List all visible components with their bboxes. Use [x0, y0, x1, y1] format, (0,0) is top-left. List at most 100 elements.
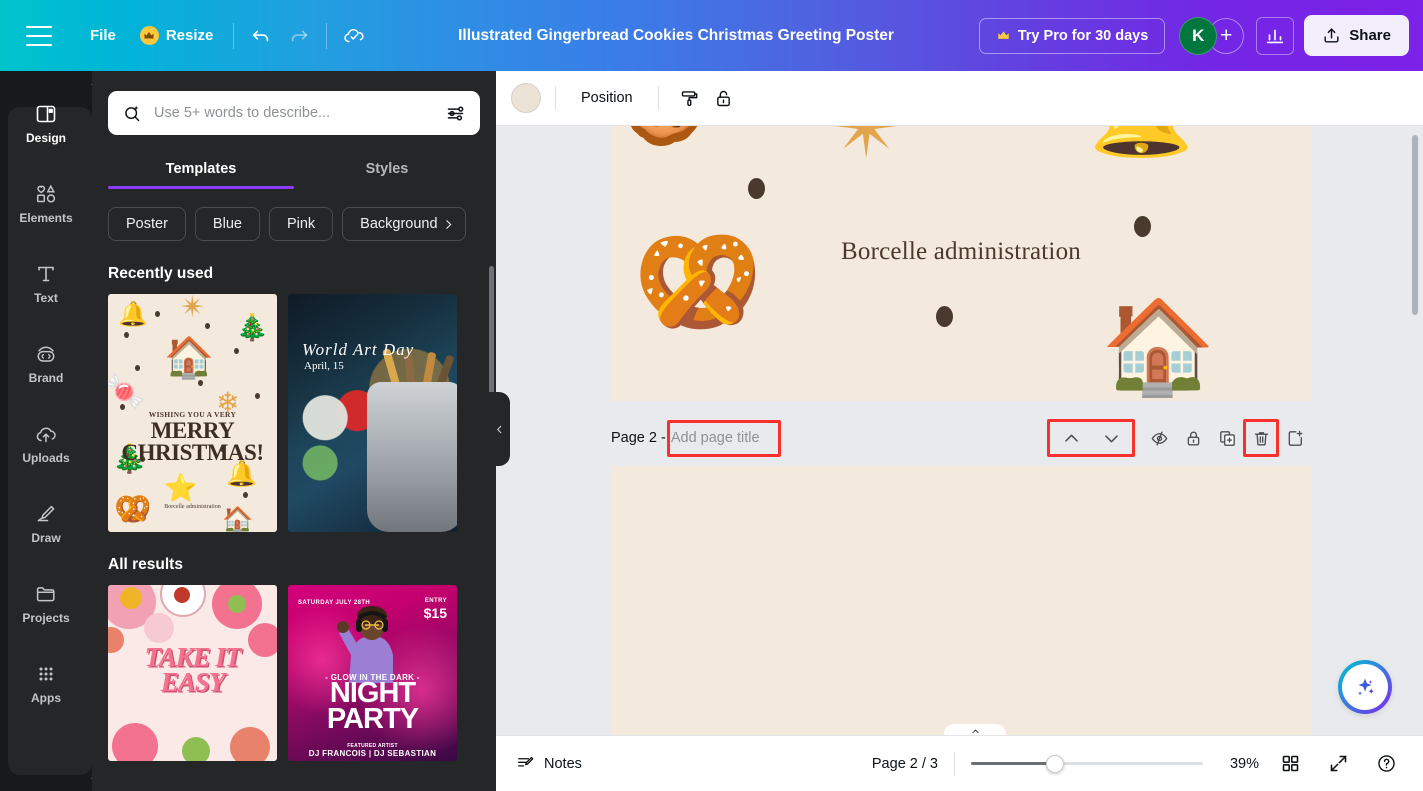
chevron-down-icon: [1102, 429, 1121, 448]
filter-chips: Poster Blue Pink Background: [108, 207, 496, 241]
try-pro-button[interactable]: Try Pro for 30 days: [979, 18, 1166, 54]
chevron-left-icon: [494, 424, 505, 435]
trash-icon: [1252, 429, 1271, 448]
notes-button[interactable]: Notes: [516, 754, 582, 773]
text-icon: [34, 262, 58, 286]
divider: [954, 752, 955, 776]
bar-chart-icon[interactable]: [1256, 17, 1294, 55]
brand-icon: [34, 342, 58, 366]
sidebar-item-brand[interactable]: Brand: [4, 323, 88, 403]
notes-label: Notes: [544, 756, 582, 772]
canvas-scroll-area[interactable]: ✴ 🔔 🥨 🏠 🍪 Borcelle administration Page 2…: [496, 126, 1423, 738]
avatar[interactable]: K: [1179, 17, 1217, 55]
page-title-input[interactable]: [669, 426, 779, 450]
sidebar-item-elements[interactable]: Elements: [4, 163, 88, 243]
hamburger-icon[interactable]: [26, 26, 52, 46]
canvas-toolbar: Position: [496, 71, 1423, 126]
uploads-icon: [34, 422, 58, 446]
fab-inner: [1342, 664, 1388, 710]
template-card-world-art-day[interactable]: World Art Day April, 15: [288, 294, 457, 532]
magic-search-icon: [122, 103, 143, 124]
tab-templates[interactable]: Templates: [108, 149, 294, 189]
canvas-scrollbar[interactable]: [1412, 135, 1418, 315]
move-page-down-button[interactable]: [1095, 422, 1127, 454]
tab-styles[interactable]: Styles: [294, 149, 480, 189]
sidebar-item-label: Design: [26, 132, 66, 144]
undo-icon[interactable]: [242, 17, 280, 55]
all-results-grid: TAKE IT EASY: [108, 585, 496, 761]
cookie-crumb: 🍪: [623, 126, 705, 150]
position-button[interactable]: Position: [570, 83, 644, 113]
sidebar-item-label: Text: [34, 292, 58, 304]
try-pro-label: Try Pro for 30 days: [1018, 28, 1149, 44]
grid-view-icon: [1280, 753, 1301, 774]
page-1-title-text[interactable]: Borcelle administration: [611, 238, 1311, 266]
template-card-night-party[interactable]: SATURDAY JULY 28TH ENTRY $15 - GLOW IN T…: [288, 585, 457, 761]
unlock-icon[interactable]: [707, 81, 741, 115]
magic-studio-button[interactable]: [1340, 662, 1390, 712]
chip-background[interactable]: Background: [342, 207, 465, 241]
duplicate-icon: [1218, 429, 1237, 448]
template-card-gingerbread[interactable]: 🔔 ✴ 🎄 🍬 ❄ 🎄 ⭐ 🔔 🥨 🏠 🏠 WISHING YOU A VERY…: [108, 294, 277, 532]
sidebar-item-projects[interactable]: Projects: [4, 563, 88, 643]
canva-editor: File Resize Illustrated Gingerbread Cook…: [0, 0, 1423, 791]
brush-cup: [367, 382, 457, 532]
divider: [326, 23, 327, 49]
background-color-swatch[interactable]: [511, 83, 541, 113]
delete-page-button[interactable]: [1245, 422, 1277, 454]
section-title-all-results: All results: [108, 556, 496, 574]
page-actions: [1049, 422, 1311, 454]
tab-label: Templates: [166, 161, 237, 177]
document-title[interactable]: Illustrated Gingerbread Cookies Christma…: [373, 27, 978, 45]
recently-used-grid: 🔔 ✴ 🎄 🍬 ❄ 🎄 ⭐ 🔔 🥨 🏠 🏠 WISHING YOU A VERY…: [108, 294, 496, 532]
notes-icon: [516, 754, 535, 773]
slider-knob[interactable]: [1046, 755, 1064, 773]
add-page-button[interactable]: [1279, 422, 1311, 454]
panel-scrollbar[interactable]: [489, 266, 494, 406]
page-title-field: [669, 426, 779, 450]
cookie-house: 🏠: [1101, 294, 1216, 401]
zoom-slider[interactable]: [971, 755, 1203, 773]
search-input[interactable]: [154, 105, 434, 121]
sidebar-item-label: Elements: [19, 212, 72, 224]
cloud-check-icon[interactable]: [335, 17, 373, 55]
search-bar[interactable]: [108, 91, 480, 135]
sidebar-item-label: Projects: [22, 612, 69, 624]
move-page-up-button[interactable]: [1055, 422, 1087, 454]
page-reorder-group: [1049, 422, 1133, 454]
hide-page-button[interactable]: [1143, 422, 1175, 454]
lock-page-button[interactable]: [1177, 422, 1209, 454]
paint-roller-icon[interactable]: [673, 81, 707, 115]
chip-pink[interactable]: Pink: [269, 207, 333, 241]
sidebar-item-uploads[interactable]: Uploads: [4, 403, 88, 483]
help-button[interactable]: [1369, 747, 1403, 781]
file-menu[interactable]: File: [78, 18, 128, 53]
collapse-panel-button[interactable]: [488, 392, 510, 466]
sidebar-item-draw[interactable]: Draw: [4, 483, 88, 563]
section-title-recently-used: Recently used: [108, 265, 496, 283]
redo-icon[interactable]: [280, 17, 318, 55]
design-panel: Templates Styles Poster Blue Pink Backgr…: [92, 71, 496, 791]
draw-icon: [34, 502, 58, 526]
editor-area: Position ✴ �: [496, 71, 1423, 791]
duplicate-page-button[interactable]: [1211, 422, 1243, 454]
sidebar-item-design[interactable]: Design: [4, 83, 88, 163]
sliders-icon[interactable]: [445, 103, 466, 124]
canvas-page-1[interactable]: ✴ 🔔 🥨 🏠 🍪 Borcelle administration: [611, 126, 1311, 401]
template-card-take-it-easy[interactable]: TAKE IT EASY: [108, 585, 277, 761]
share-button[interactable]: Share: [1304, 15, 1409, 56]
slider-fill: [971, 762, 1055, 765]
zoom-level: 39%: [1217, 756, 1259, 772]
template-footer: Borcelle administration: [108, 504, 277, 510]
template-entry-price: $15: [424, 605, 447, 621]
resize-button[interactable]: Resize: [128, 17, 226, 54]
chip-blue[interactable]: Blue: [195, 207, 260, 241]
chip-poster[interactable]: Poster: [108, 207, 186, 241]
sidebar-item-text[interactable]: Text: [4, 243, 88, 323]
chevron-up-icon: [1062, 429, 1081, 448]
grid-view-button[interactable]: [1273, 747, 1307, 781]
canvas-page-2[interactable]: [611, 466, 1311, 738]
fullscreen-button[interactable]: [1321, 747, 1355, 781]
sidebar-item-apps[interactable]: Apps: [4, 643, 88, 723]
template-text: TAKE IT EASY: [108, 645, 277, 695]
